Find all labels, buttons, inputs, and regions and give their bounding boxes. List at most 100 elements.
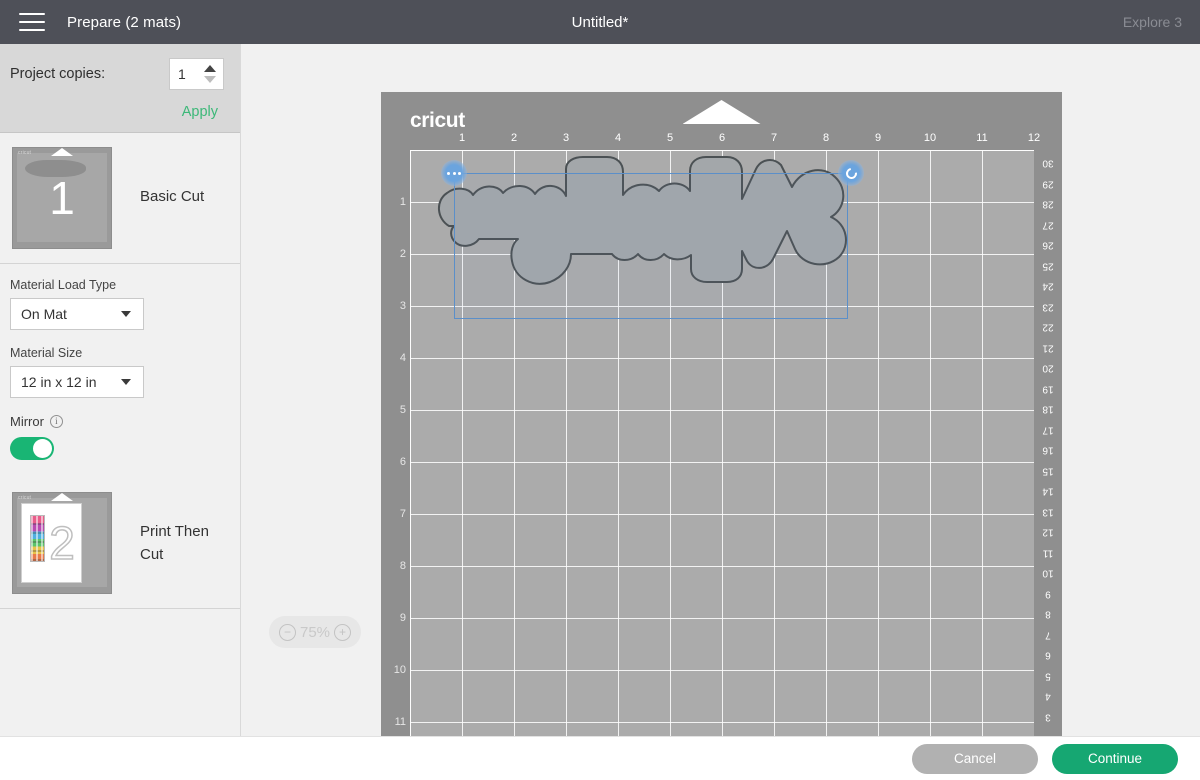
ruler-top-tick: 3 [563,132,569,144]
ruler-right-tick: 10 [1042,568,1053,579]
ruler-left-tick: 10 [394,664,406,676]
toggle-knob [33,439,52,458]
ellipsis-handle-icon[interactable] [441,160,467,186]
ruler-right-tick: 26 [1042,240,1053,251]
cancel-button[interactable]: Cancel [912,744,1038,774]
mat-card-2[interactable]: cricut 2 Print Then Cut [0,478,240,609]
mat-grid[interactable] [410,150,1034,736]
ruler-top-tick: 11 [976,132,987,144]
ruler-left-tick: 7 [400,508,406,520]
info-icon[interactable]: i [50,415,63,428]
chevron-down-icon [121,311,131,317]
cricut-logo: cricut [410,109,465,133]
material-size-label: Material Size [10,346,228,360]
ruler-right: 30 29 28 27 26 25 24 23 22 21 20 19 18 17 16 15 14 13 12 11… [1034,150,1062,736]
ruler-right-tick: 14 [1042,486,1053,497]
ruler-right-tick: 18 [1042,404,1053,415]
ruler-right-tick: 21 [1042,342,1053,353]
rotate-handle-icon[interactable] [838,160,864,186]
ruler-right-tick: 12 [1042,527,1053,538]
ruler-right-tick: 13 [1042,506,1053,517]
material-size-value: 12 in x 12 in [21,374,97,390]
zoom-control: − 75% + [269,616,361,648]
left-sidebar: Project copies: 1 Apply cricut 1 Basic C… [0,44,241,736]
ruler-right-tick: 15 [1042,465,1053,476]
ruler-right-tick: 6 [1045,650,1051,661]
mat-thumbnail-1: cricut 1 [12,147,112,249]
ruler-left-tick: 9 [400,612,406,624]
ruler-left-tick: 3 [400,300,406,312]
ruler-top-tick: 1 [459,132,465,144]
hamburger-menu-icon[interactable] [19,13,45,31]
mirror-label: Mirror [10,414,44,429]
ruler-left-tick: 2 [400,248,406,260]
ruler-top-tick: 10 [924,132,936,144]
material-size-select[interactable]: 12 in x 12 in [10,366,144,398]
ruler-top-tick: 5 [667,132,673,144]
ruler-right-tick: 3 [1045,711,1051,722]
ruler-left-tick: 11 [395,716,406,728]
material-load-type-select[interactable]: On Mat [10,298,144,330]
mat-number: 1 [13,148,111,248]
mat-tab-icon [683,100,761,124]
top-bar: Prepare (2 mats) Untitled* Explore 3 [0,0,1200,44]
ruler-top-tick: 7 [771,132,777,144]
ruler-top-tick: 9 [875,132,881,144]
page-title: Prepare (2 mats) [67,14,181,31]
ruler-right-tick: 11 [1043,547,1053,558]
ruler-left-tick: 8 [400,560,406,572]
project-copies-panel: Project copies: 1 Apply [0,44,240,133]
ruler-left: 1 2 3 4 5 6 7 8 9 10 11 [385,150,410,736]
mat-label-2: Print Then Cut [140,520,232,567]
mat-label-1: Basic Cut [140,185,204,208]
ruler-right-tick: 5 [1045,670,1051,681]
mat-canvas[interactable]: cricut 123456789101112 1234567891011 302… [241,44,1200,736]
continue-button[interactable]: Continue [1052,744,1178,774]
ruler-right-tick: 16 [1042,445,1053,456]
mirror-toggle[interactable] [10,437,54,460]
mat-options-panel: Material Load Type On Mat Material Size … [0,264,240,478]
material-load-type-label: Material Load Type [10,278,228,292]
project-copies-value: 1 [170,66,186,82]
project-copies-label: Project copies: [10,66,105,82]
plus-icon[interactable]: + [334,624,351,641]
caret-up-icon[interactable] [204,65,216,72]
machine-label[interactable]: Explore 3 [1123,0,1182,44]
cutting-mat: cricut 123456789101112 1234567891011 302… [381,92,1062,736]
chevron-down-icon [121,379,131,385]
ruler-right-tick: 28 [1042,199,1053,210]
ruler-right-tick: 23 [1042,301,1053,312]
project-copies-stepper[interactable]: 1 [169,58,224,90]
ruler-right-tick: 8 [1045,609,1051,620]
mat-number: 2 [13,493,111,593]
ruler-left-tick: 6 [400,456,406,468]
ruler-left-tick: 1 [400,196,406,208]
mat-card-1[interactable]: cricut 1 Basic Cut [0,133,240,264]
ruler-right-tick: 30 [1042,158,1053,169]
ruler-right-tick: 20 [1042,363,1053,374]
ruler-top-tick: 6 [719,132,725,144]
ruler-right-tick: 22 [1042,322,1053,333]
ruler-top-tick: 2 [511,132,517,144]
ruler-right-tick: 29 [1042,178,1053,189]
ruler-top-tick: 8 [823,132,829,144]
ruler-right-tick: 9 [1045,588,1051,599]
ruler-right-tick: 17 [1042,424,1053,435]
ruler-right-tick: 27 [1042,219,1053,230]
ruler-right-tick: 24 [1042,281,1053,292]
ruler-right-tick: 4 [1045,691,1051,702]
ruler-left-tick: 4 [400,352,406,364]
ruler-left-tick: 5 [400,404,406,416]
ruler-right-tick: 25 [1042,260,1053,271]
material-load-type-value: On Mat [21,306,67,322]
footer-bar: Cancel Continue [0,736,1200,780]
ruler-top-tick: 4 [615,132,621,144]
ruler-right-tick: 7 [1045,629,1051,640]
zoom-level: 75% [300,624,330,641]
ruler-right-tick: 19 [1042,383,1053,394]
design-shape[interactable] [411,151,1035,736]
mat-thumbnail-2: cricut 2 [12,492,112,594]
apply-button[interactable]: Apply [10,104,218,120]
minus-icon[interactable]: − [279,624,296,641]
caret-down-icon[interactable] [204,76,216,83]
